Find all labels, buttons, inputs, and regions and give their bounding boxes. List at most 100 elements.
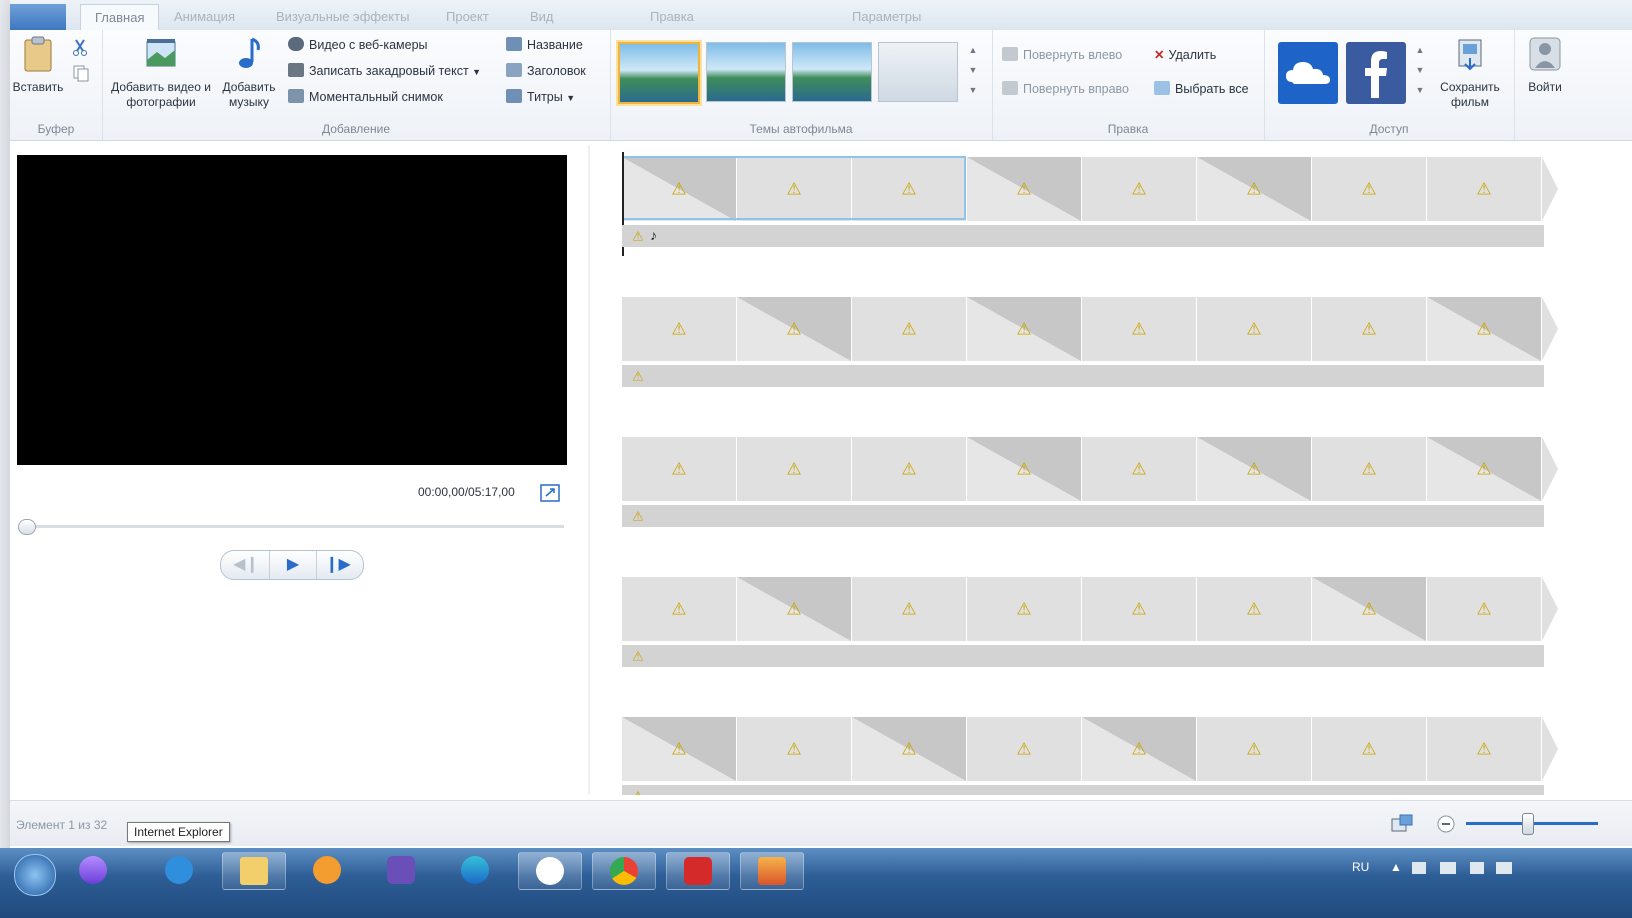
taskbar-app[interactable] [370,852,432,888]
clip-thumbnail[interactable]: ⚠ [737,437,851,501]
add-video-button[interactable]: Добавить видео и фотографии [106,36,216,110]
clip-thumbnail[interactable]: ⚠ [967,577,1081,641]
pane-splitter[interactable] [588,145,590,795]
clip-thumbnail[interactable]: ⚠ [622,717,736,781]
clip-thumbnail[interactable]: ⚠ [1197,577,1311,641]
taskbar-wps[interactable] [666,852,730,890]
thumbnail-size-icon[interactable] [1390,813,1414,835]
copy-icon[interactable] [72,64,90,82]
clip-thumbnail[interactable]: ⚠ [737,297,851,361]
taskbar-movie-maker[interactable] [740,852,804,890]
taskbar-media-player[interactable] [296,852,358,888]
tray-show-hidden-icon[interactable]: ▲ [1390,860,1402,874]
tab-animations[interactable]: Анимация [160,4,249,30]
rotate-left-button[interactable]: Повернуть влево [1002,44,1122,66]
tray-action-center-icon[interactable] [1440,862,1456,874]
rotate-right-button[interactable]: Повернуть вправо [1002,78,1129,100]
snapshot-button[interactable]: Моментальный снимок [288,86,443,108]
clip-thumbnail[interactable]: ⚠ [1197,717,1311,781]
add-music-button[interactable]: Добавить музыку [216,36,282,110]
clip-thumbnail[interactable]: ⚠ [1082,717,1196,781]
voiceover-button[interactable]: Записать закадровый текст ▼ [288,60,481,82]
paste-button[interactable]: Вставить [10,36,66,95]
start-button[interactable] [14,854,56,896]
clip-thumbnail[interactable]: ⚠ [1312,717,1426,781]
video-preview[interactable] [17,155,567,465]
clip-thumbnail[interactable]: ⚠ [1312,297,1426,361]
previous-frame-button[interactable]: ◀❙ [223,551,269,579]
clip-thumbnail[interactable]: ⚠ [1312,157,1426,221]
clip-thumbnail[interactable]: ⚠ [852,717,966,781]
clip-thumbnail[interactable]: ⚠ [1427,297,1541,361]
tray-network-icon[interactable] [1496,862,1512,874]
share-scroll[interactable]: ▲ ▼ ▼ [1414,40,1426,106]
tab-options[interactable]: Параметры [838,4,935,30]
tab-home[interactable]: Главная [80,4,160,31]
onedrive-button[interactable] [1278,42,1338,104]
themes-scroll[interactable]: ▲ ▼ ▼ [966,40,980,106]
clip-thumbnail[interactable]: ⚠ [622,577,736,641]
clip-thumbnail[interactable]: ⚠ [1427,437,1541,501]
clip-thumbnail[interactable]: ⚠ [1427,717,1541,781]
clip-thumbnail[interactable]: ⚠ [1197,437,1311,501]
clip-thumbnail[interactable]: ⚠ [1427,577,1541,641]
audio-track[interactable]: ⚠ [622,365,1544,387]
file-menu-button[interactable] [10,4,66,30]
play-button[interactable]: ▶ [269,551,317,579]
clip-thumbnail[interactable]: ⚠ [1312,437,1426,501]
clip-thumbnail[interactable]: ⚠ [967,717,1081,781]
clip-thumbnail[interactable]: ⚠ [1082,577,1196,641]
clip-thumbnail[interactable]: ⚠ [622,297,736,361]
next-frame-button[interactable]: ❙▶ [315,551,361,579]
clip-thumbnail[interactable]: ⚠ [852,297,966,361]
tray-flag-icon[interactable] [1412,862,1426,874]
theme-thumbnail[interactable] [618,42,700,104]
theme-thumbnail[interactable] [706,42,786,102]
clip-thumbnail[interactable]: ⚠ [1197,297,1311,361]
clip-thumbnail[interactable]: ⚠ [1197,157,1311,221]
sign-in-button[interactable]: Войти [1520,36,1570,95]
clip-thumbnail[interactable]: ⚠ [1427,157,1541,221]
audio-track[interactable]: ⚠ [622,505,1544,527]
tab-project[interactable]: Проект [432,4,503,30]
clip-thumbnail[interactable]: ⚠ [852,577,966,641]
caption-button[interactable]: Заголовок [506,60,586,82]
taskbar-yandex[interactable] [518,852,582,890]
cut-icon[interactable] [72,38,88,56]
clip-thumbnail[interactable]: ⚠ [852,437,966,501]
taskbar-edge[interactable] [444,852,506,888]
clip-thumbnail[interactable]: ⚠ [1082,157,1196,221]
clip-thumbnail[interactable]: ⚠ [967,157,1081,221]
clip-thumbnail[interactable]: ⚠ [1082,297,1196,361]
zoom-slider-thumb[interactable] [1522,813,1534,835]
save-movie-button[interactable]: Сохранить фильм [1430,36,1510,110]
clip-thumbnail[interactable]: ⚠ [1312,577,1426,641]
title-button[interactable]: Название [506,34,583,56]
clip-thumbnail[interactable]: ⚠ [967,437,1081,501]
taskbar-internet-explorer[interactable] [148,852,210,888]
clip-thumbnail[interactable]: ⚠ [737,577,851,641]
seek-bar[interactable] [24,525,564,528]
tab-edit[interactable]: Правка [636,4,708,30]
clip-thumbnail[interactable]: ⚠ [1082,437,1196,501]
tab-view[interactable]: Вид [516,4,568,30]
select-all-button[interactable]: Выбрать все [1154,78,1249,100]
credits-button[interactable]: Титры ▼ [506,86,575,108]
clip-thumbnail[interactable]: ⚠ [737,717,851,781]
webcam-button[interactable]: Видео с веб-камеры [288,34,428,56]
delete-button[interactable]: ✕ Удалить [1154,44,1216,66]
theme-thumbnail[interactable] [878,42,958,102]
taskbar-explorer[interactable] [222,852,286,890]
theme-thumbnail[interactable] [792,42,872,102]
fullscreen-icon[interactable] [540,484,560,502]
clip-thumbnail[interactable]: ⚠ [967,297,1081,361]
taskbar-chrome[interactable] [592,852,656,890]
facebook-button[interactable] [1346,42,1406,104]
zoom-out-icon[interactable] [1436,814,1456,834]
tray-volume-icon[interactable] [1470,862,1484,874]
audio-track[interactable]: ⚠ ♪ [622,225,1544,247]
taskbar-alice[interactable] [68,852,118,888]
tab-visual-effects[interactable]: Визуальные эффекты [262,4,423,30]
audio-track[interactable]: ⚠ [622,785,1544,795]
seek-thumb[interactable] [18,519,36,535]
